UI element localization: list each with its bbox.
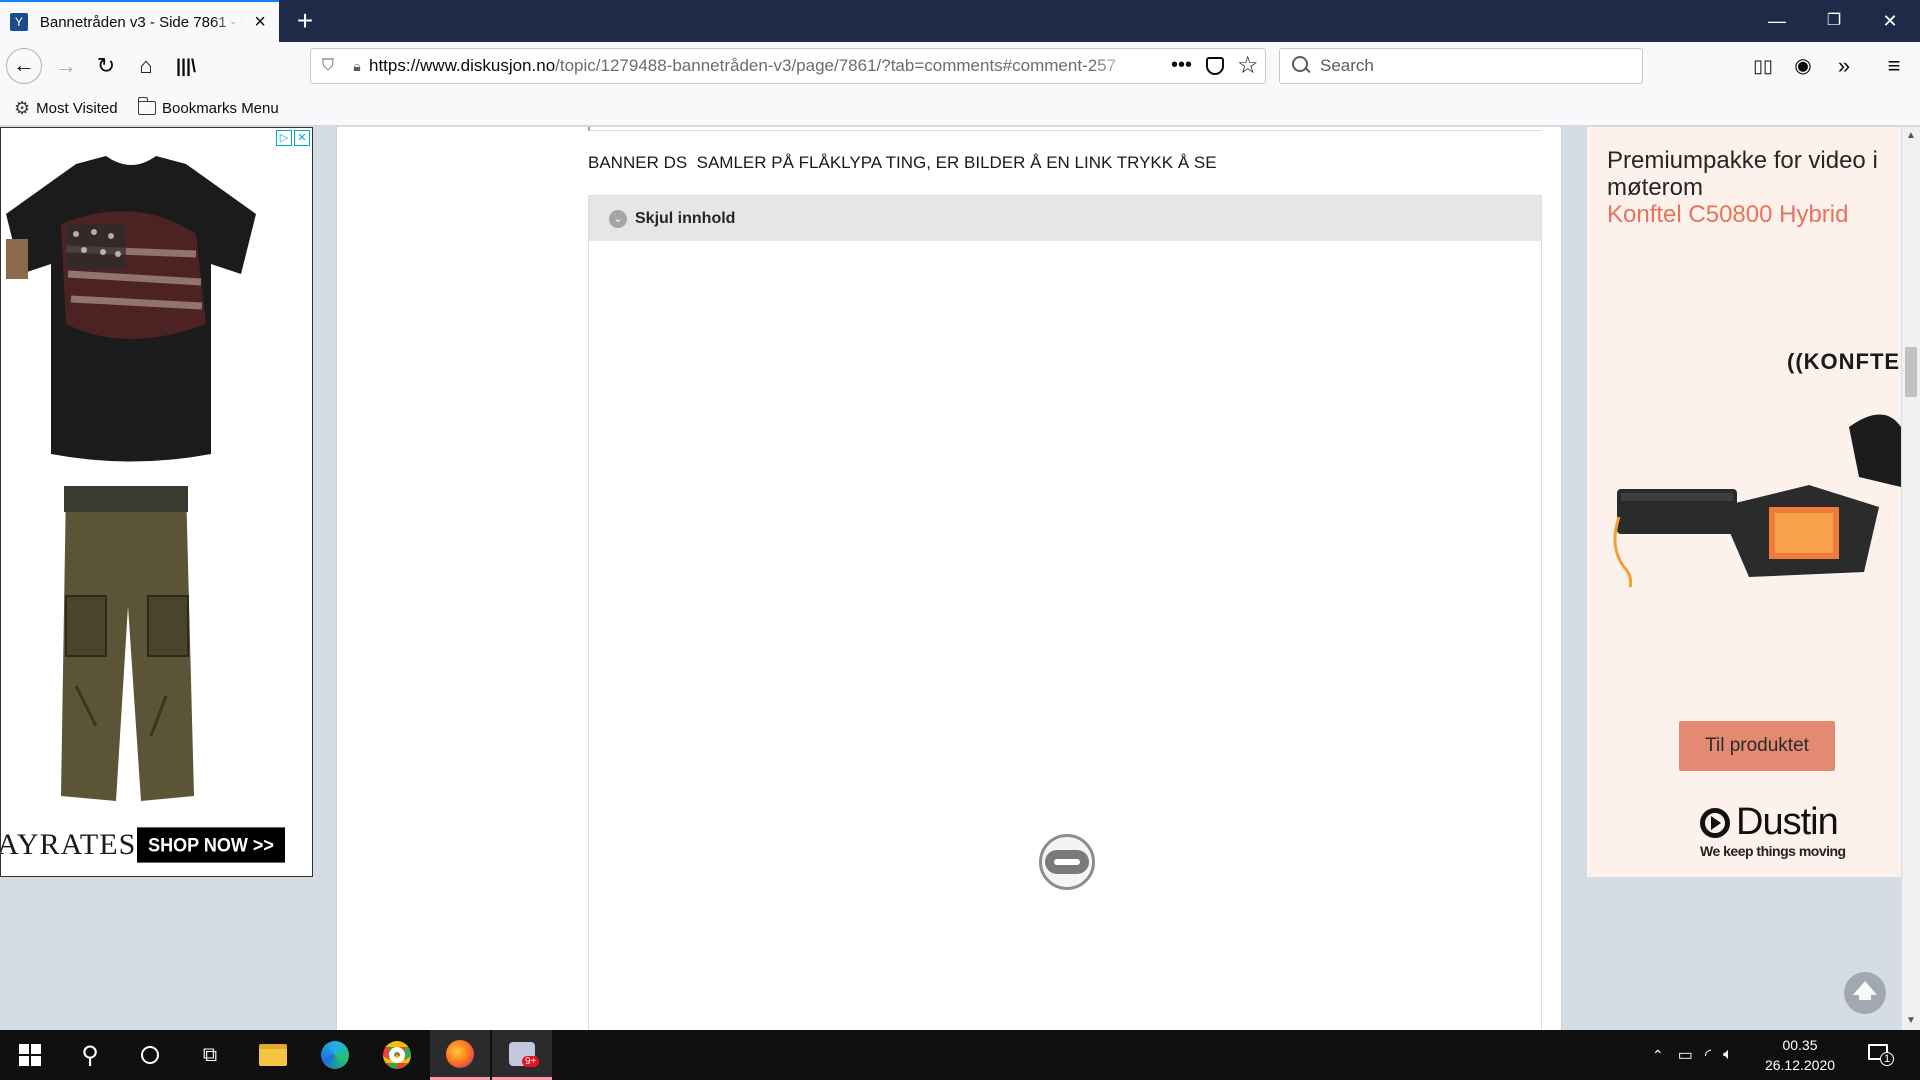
tab-close-icon[interactable]: ×: [251, 11, 269, 34]
action-center-icon[interactable]: 1: [1866, 1040, 1894, 1068]
back-to-top-button[interactable]: [1844, 972, 1886, 1014]
blocked-content-icon: [1039, 834, 1095, 890]
wifi-icon[interactable]: ◜: [1705, 1045, 1711, 1065]
hamburger-menu-icon[interactable]: ≡: [1876, 48, 1912, 84]
search-input[interactable]: [1320, 56, 1620, 76]
lock-icon[interactable]: 🔒︎: [345, 58, 369, 75]
spoiler-toggle[interactable]: ⌄ Skjul innhold: [589, 196, 1541, 241]
reload-button[interactable]: ↻: [88, 48, 124, 84]
library-button[interactable]: |||\: [168, 48, 204, 84]
page-scrollbar[interactable]: ▲ ▼: [1902, 127, 1920, 1030]
post-body-text: BANNER DS SAMLER PÅ FLÅKLYPA TING, ER BI…: [588, 153, 1217, 172]
ad-close-icon[interactable]: ✕: [294, 130, 310, 146]
notification-count: 1: [1880, 1052, 1894, 1066]
home-button[interactable]: ⌂: [128, 48, 164, 84]
to-product-button[interactable]: Til produktet: [1679, 721, 1835, 771]
bookmark-star-icon[interactable]: ☆: [1237, 51, 1259, 81]
shop-now-button[interactable]: SHOP NOW >>: [137, 827, 285, 863]
quote-divider: [588, 127, 1542, 131]
bookmark-menu-folder[interactable]: Bookmarks Menu: [137, 97, 279, 119]
search-icon: [1290, 55, 1312, 77]
volume-icon[interactable]: 🔈︎: [1723, 1046, 1733, 1064]
bookmark-most-visited[interactable]: ⚙ Most Visited: [14, 97, 118, 119]
firefox-taskbar-icon[interactable]: [430, 1030, 490, 1080]
scroll-down-arrow-icon[interactable]: ▼: [1902, 1012, 1920, 1030]
title-bar: Y Bannetråden v3 - Side 7861 - Li × + — …: [0, 0, 1920, 42]
konftel-logo: ((KONFTEL: [1787, 349, 1901, 374]
spoiler-block: ⌄ Skjul innhold: [588, 195, 1542, 1030]
bookmark-label: Most Visited: [36, 99, 118, 117]
task-view-icon[interactable]: ⧉: [180, 1030, 240, 1080]
ad-brand-text: AYRATES: [0, 828, 137, 861]
search-taskbar-icon[interactable]: ⚲: [60, 1030, 120, 1080]
messenger-app-icon[interactable]: 9+: [492, 1030, 552, 1080]
clock-time: 00.35: [1782, 1037, 1818, 1053]
clock-date: 26.12.2020: [1764, 1057, 1836, 1073]
cargo-pants-image: [61, 486, 194, 801]
gear-icon: ⚙: [14, 97, 31, 118]
left-advertisement[interactable]: ▷ ✕ AYRATES SHOP NOW >>: [0, 127, 313, 877]
close-window-button[interactable]: ✕: [1862, 0, 1918, 42]
tracking-shield-icon[interactable]: ⛉: [311, 57, 345, 75]
ad-info-icon[interactable]: ▷: [276, 130, 292, 146]
right-advertisement[interactable]: Premiumpakke for video i møterom Konftel…: [1587, 127, 1901, 877]
ad-headline: Premiumpakke for video i møterom: [1607, 147, 1878, 201]
dustin-play-icon: [1700, 807, 1730, 838]
scroll-up-arrow-icon[interactable]: ▲: [1902, 127, 1920, 145]
folder-icon: [137, 97, 156, 115]
forward-button[interactable]: →: [48, 48, 84, 84]
file-explorer-icon[interactable]: [243, 1030, 303, 1080]
dustin-logo: Dustin: [1700, 801, 1839, 844]
address-bar[interactable]: ⛉ 🔒︎ https://www.diskusjon.no/topic/1279…: [310, 48, 1266, 84]
back-button[interactable]: ←: [6, 48, 42, 84]
tshirt-image: [6, 156, 256, 462]
bookmark-label: Bookmarks Menu: [162, 99, 279, 117]
minimize-button[interactable]: —: [1749, 0, 1805, 42]
page-actions-icon[interactable]: •••: [1171, 49, 1192, 81]
edge-browser-icon[interactable]: [305, 1030, 365, 1080]
bookmarks-toolbar: ⚙ Most Visited Bookmarks Menu: [0, 90, 1920, 126]
browser-tab[interactable]: Y Bannetråden v3 - Side 7861 - Li ×: [0, 0, 279, 42]
start-button[interactable]: [0, 1030, 60, 1080]
sidebar-toggle-icon[interactable]: ▯▯: [1745, 48, 1781, 84]
chrome-browser-icon[interactable]: [367, 1030, 427, 1080]
overflow-menu-icon[interactable]: »: [1826, 48, 1862, 84]
page-viewport: ▷ ✕ AYRATES SHOP NOW >> BANNER DS SAMLER…: [0, 127, 1920, 1030]
search-bar[interactable]: [1279, 48, 1643, 84]
navigation-toolbar: ← → ↻ ⌂ |||\ ⛉ 🔒︎ https://www.diskusjon.…: [0, 42, 1920, 90]
windows-taskbar: ⚲ ⧉ 9+ ⌃ ▭ ◜ 🔈︎ 00.35 26.12.2020 1: [0, 1030, 1920, 1080]
account-icon[interactable]: ◉: [1785, 48, 1821, 84]
conference-device-image: [1613, 414, 1901, 587]
chevron-down-icon: ⌄: [609, 209, 627, 228]
restore-button[interactable]: ❐: [1806, 0, 1862, 42]
battery-icon[interactable]: ▭: [1678, 1045, 1693, 1065]
system-clock[interactable]: 00.35 26.12.2020: [1760, 1035, 1840, 1075]
ad-choices[interactable]: ▷ ✕: [276, 130, 310, 146]
cortana-icon[interactable]: [120, 1030, 180, 1080]
show-hidden-icons-icon[interactable]: ⌃: [1652, 1047, 1664, 1064]
dustin-tagline: We keep things moving: [1700, 843, 1846, 859]
url-text[interactable]: https://www.diskusjon.no/topic/1279488-b…: [369, 56, 1139, 76]
scroll-thumb[interactable]: [1905, 347, 1917, 397]
ad-product-name: Konftel C50800 Hybrid: [1607, 201, 1849, 228]
pocket-icon[interactable]: [1206, 57, 1224, 75]
spoiler-label: Skjul innhold: [635, 209, 736, 227]
system-tray: ⌃ ▭ ◜ 🔈︎: [1652, 1030, 1733, 1080]
notification-badge: 9+: [522, 1056, 540, 1067]
new-tab-button[interactable]: +: [288, 4, 322, 38]
tab-title: Bannetråden v3 - Side 7861 - Li: [39, 13, 244, 31]
windows-logo-icon: [19, 1044, 41, 1066]
site-favicon-icon: Y: [10, 13, 28, 31]
